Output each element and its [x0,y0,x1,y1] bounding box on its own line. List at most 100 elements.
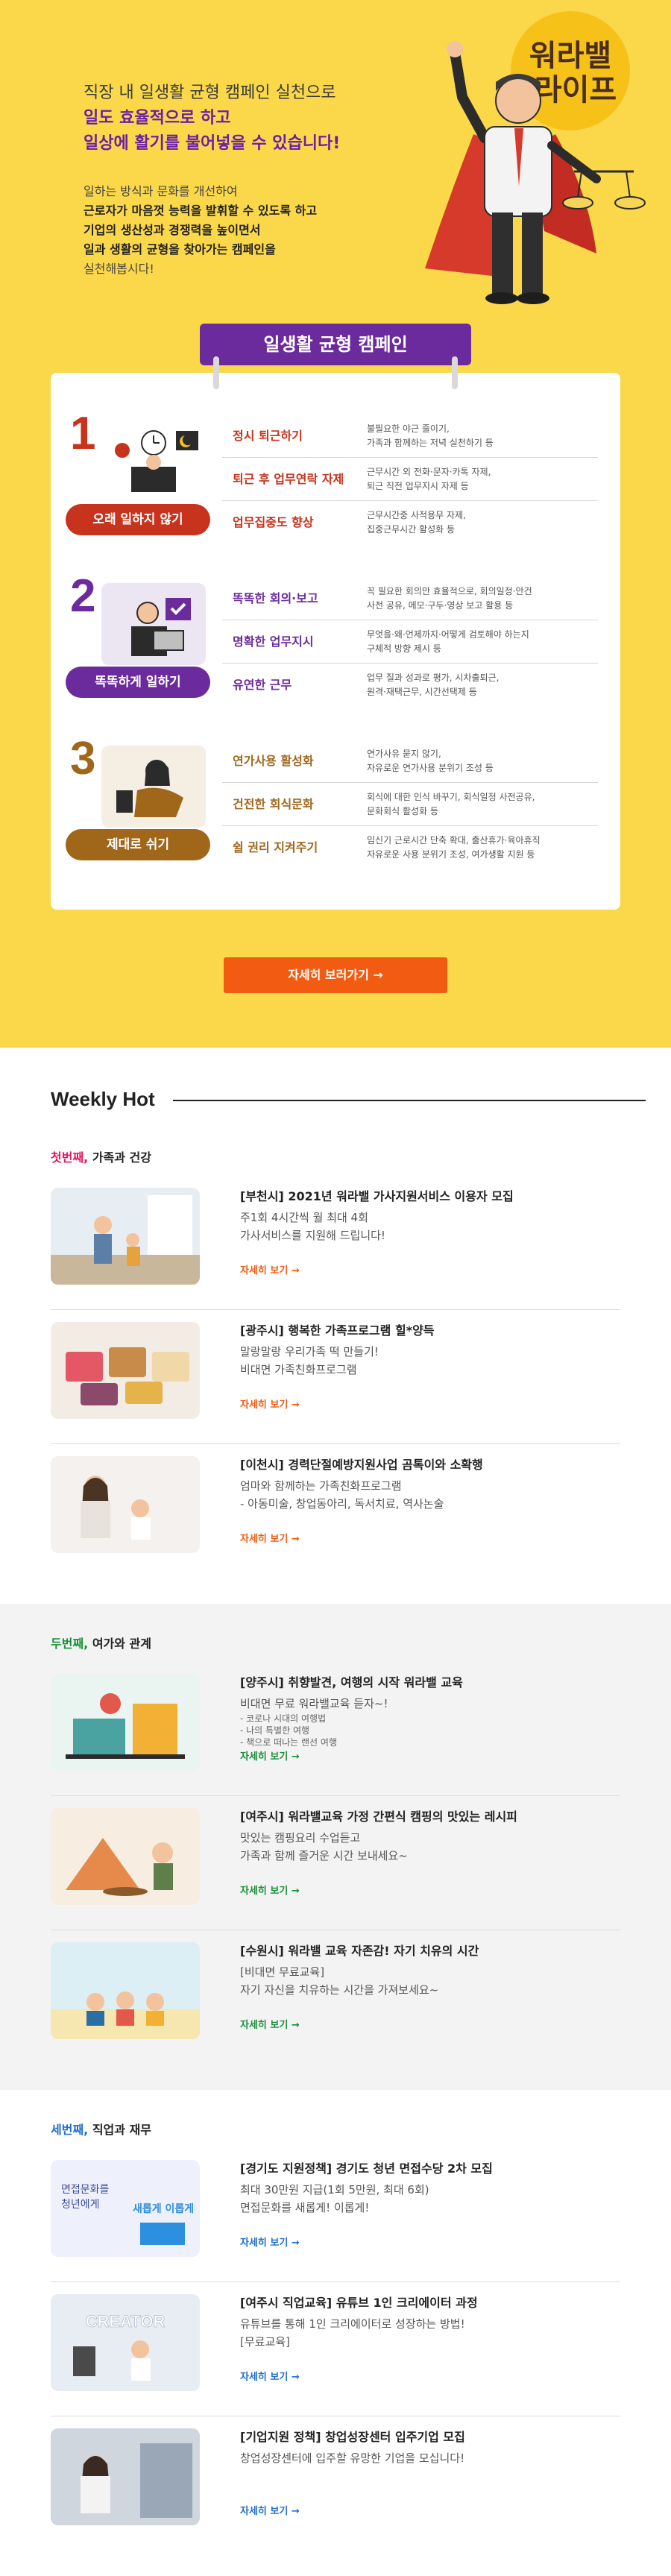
item-title: [여주시 직업교육] 유튜브 1인 크리에이터 과정 [240,2296,478,2310]
weekly-block-family: 첫번째, 가족과 건강 [부천시] 2021년 워라밸 가사지원서비스 이용자 … [0,1118,671,1604]
hero-accent-2: 일상에 활기를 불어넣을 수 있습니다! [84,134,341,153]
row-title: 연가사용 활성화 [233,754,314,768]
thumb-text: 면접문화를 [61,2184,110,2196]
item-title: [여주시] 워라밸교육 가정 간편식 캠핑의 맛있는 레시피 [240,1810,517,1824]
row-desc: 업무 질과 성과로 평가, 시차출퇴근, 원격·재택근무, 시간선택제 등 [367,673,500,697]
row-title: 똑똑한 회의·보고 [233,591,318,605]
hero-section: 직장 내 일생활 균형 캠페인 실천으로 일도 효율적으로 하고 일상에 활기를… [0,0,671,1048]
campaign-row: 연가사용 활성화 연가사유 묻지 않기, 자유로운 연가사용 분위기 조성 등 [222,740,598,783]
smart-worker-illustration [101,583,206,665]
detail-link[interactable]: 자세히 보기 → [240,1883,300,1897]
item-sub: 엄마와 함께하는 가족친화프로그램 [240,1479,402,1493]
startup-thumbnail [51,2428,200,2525]
campaign-row: 정시 퇴근하기 불필요한 야근 줄이기, 가족과 함께하는 저녁 실천하기 등 [222,415,598,458]
item-title: [수원시] 워라밸 교육 자존감! 자기 치유의 시간 [240,1944,479,1958]
row-title: 건전한 회식문화 [233,797,314,811]
weekly-title: Weekly Hot [51,1088,173,1111]
hero-description: 일하는 방식과 문화를 개선하여 근로자가 마음껏 능력을 발휘할 수 있도록 … [84,182,426,279]
list-item[interactable]: [이천시] 경력단절예방지원사업 곰톡이와 소확행 엄마와 함께하는 가족친화프… [51,1444,620,1578]
item-sub: 최대 30만원 지급(1회 5만원, 최대 6회) [240,2183,429,2196]
list-item[interactable]: 면접문화를 청년에게 새롭게 이롭게 [경기도 지원정책] 경기도 청년 면접수… [51,2148,620,2282]
weekly-header: Weekly Hot [51,1088,646,1118]
detail-link[interactable]: 자세히 보기 → [240,1396,300,1411]
superhero-illustration: 워라밸 라이프 [425,11,646,304]
item-sub: 창업성장센터에 입주할 유망한 기업을 모십니다! [240,2451,465,2465]
badge-text: 워라밸 [529,39,611,73]
healing-thumbnail [51,1942,200,2039]
section-illustration: 2 똑똑하게 일하기 [66,570,210,708]
hero-desc-line: 실천해봅시다! [84,262,154,276]
item-small: - 나의 특별한 여행 [240,1725,310,1736]
list-item[interactable]: [여주시] 워라밸교육 가정 간편식 캠핑의 맛있는 레시피 맛있는 캠핑요리 … [51,1796,620,1930]
section-rows: 연가사용 활성화 연가사유 묻지 않기, 자유로운 연가사용 분위기 조성 등 … [222,740,598,869]
block-tag: 첫번째, [51,1150,89,1165]
row-desc: 근무시간중 사적용무 자제, 집중근무시간 활성화 등 [367,510,466,535]
item-sub: 자기 자신을 치유하는 시간을 가져보세요~ [240,1983,439,1997]
block-title: 세번째, 직업과 재무 [51,2120,620,2138]
list-item[interactable]: [광주시] 행복한 가족프로그램 힐*양득 말랑말랑 우리가족 떡 만들기! 비… [51,1310,620,1444]
campaign-row: 똑똑한 회의·보고 꼭 필요한 회의만 효율적으로, 회의일정·안건 사전 공유… [222,577,598,620]
item-sub: 비대면 무료 워라밸교육 듣자~! [240,1697,388,1710]
detail-link[interactable]: 자세히 보기 → [240,2369,300,2383]
block-title-text: 가족과 건강 [88,1150,151,1165]
campaign-row: 퇴근 후 업무연락 자제 근무시간 외 전화·문자·카톡 자제, 퇴근 직전 업… [222,458,598,501]
item-sub: [비대면 무료교육] [240,1965,325,1979]
creator-thumbnail: CREATOR [51,2294,200,2391]
thumb-text: 새롭게 이롭게 [133,2202,194,2215]
badge-text: 라이프 [535,73,617,107]
item-small: - 코로나 시대의 여행법 [240,1713,327,1724]
item-sub: 맛있는 캠핑요리 수업듣고 [240,1831,361,1845]
interview-allowance-thumbnail: 면접문화를 청년에게 새롭게 이롭게 [51,2160,200,2257]
detail-link[interactable]: 자세히 보기 → [240,2017,300,2031]
row-title: 명확한 업무지시 [233,634,314,649]
item-sub: 가족과 함께 즐거운 시간 보내세요~ [240,1849,408,1862]
section-label: 오래 일하지 않기 [66,504,210,535]
section-rows: 정시 퇴근하기 불필요한 야근 줄이기, 가족과 함께하는 저녁 실천하기 등 … [222,415,598,544]
block-title: 두번째, 여가와 관계 [51,1634,620,1651]
campaign-row: 업무집중도 향상 근무시간중 사적용무 자제, 집중근무시간 활성화 등 [222,501,598,544]
item-sub: 유튜브를 통해 1인 크리에이터로 성장하는 방법! [240,2317,465,2331]
weekly-block-career: 세번째, 직업과 재무 면접문화를 청년에게 새롭게 이롭게 [경기도 지원정책… [0,2090,671,2576]
row-title: 퇴근 후 업무연락 자제 [233,472,344,486]
section-number: 3 [70,733,96,784]
item-text: [기업지원 정책] 창업성장센터 입주기업 모집 창업성장센터에 입주할 유망한… [240,2428,613,2467]
row-desc: 연가사유 묻지 않기, 자유로운 연가사용 분위기 조성 등 [367,749,494,773]
rice-cake-thumbnail [51,1322,200,1419]
item-title: [부천시] 2021년 워라밸 가사지원서비스 이용자 모집 [240,1189,514,1203]
section-illustration: 1 오래 일하지 않기 [66,408,210,546]
detail-link[interactable]: 자세히 보기 → [240,1262,300,1276]
view-more-button[interactable]: 자세히 보러가기 → [224,957,447,993]
campaign-row: 쉴 권리 지켜주기 임신기 근로시간 단축 확대, 출산휴가·육아휴직 자유로운… [222,826,598,869]
thumb-text: CREATOR [86,2312,166,2331]
campaign-row: 건전한 회식문화 회식에 대한 인식 바꾸기, 회식일정 사전공유, 문화회식 … [222,783,598,826]
item-title: [이천시] 경력단절예방지원사업 곰톡이와 소확행 [240,1458,483,1472]
row-title: 정시 퇴근하기 [233,429,303,443]
list-item[interactable]: CREATOR [여주시 직업교육] 유튜브 1인 크리에이터 과정 유튜브를 … [51,2282,620,2416]
travel-thumbnail [51,1674,200,1771]
item-title: [기업지원 정책] 창업성장센터 입주기업 모집 [240,2430,465,2444]
item-title: [경기도 지원정책] 경기도 청년 면접수당 2차 모집 [240,2161,493,2176]
item-sub: - 아동미술, 창업동아리, 독서치료, 역사논술 [240,1497,444,1511]
item-sub: 비대면 가족친화프로그램 [240,1363,357,1376]
row-desc: 근무시간 외 전화·문자·카톡 자제, 퇴근 직전 업무지시 자제 등 [367,467,491,491]
list-item[interactable]: [수원시] 워라밸 교육 자존감! 자기 치유의 시간 [비대면 무료교육] 자… [51,1930,620,2065]
weekly-hot-section: Weekly Hot 첫번째, 가족과 건강 [부천시] 2021년 워라밸 가… [0,1048,671,2576]
block-title: 첫번째, 가족과 건강 [51,1147,620,1165]
detail-link[interactable]: 자세히 보기 → [240,1748,300,1763]
detail-link[interactable]: 자세히 보기 → [240,2503,300,2517]
section-rows: 똑똑한 회의·보고 꼭 필요한 회의만 효율적으로, 회의일정·안건 사전 공유… [222,577,598,707]
resting-person-illustration [101,746,206,828]
hero-lead: 직장 내 일생활 균형 캠페인 실천으로 [84,84,336,102]
detail-link[interactable]: 자세히 보기 → [240,2235,300,2249]
item-sub: 말랑말랑 우리가족 떡 만들기! [240,1345,379,1358]
list-item[interactable]: [부천시] 2021년 워라밸 가사지원서비스 이용자 모집 주1회 4시간씩 … [51,1176,620,1310]
row-title: 유연한 근무 [233,678,292,692]
row-desc: 임신기 근로시간 단축 확대, 출산휴가·육아휴직 자유로운 사용 분위기 조성… [367,835,541,860]
list-item[interactable]: [기업지원 정책] 창업성장센터 입주기업 모집 창업성장센터에 입주할 유망한… [51,2416,620,2551]
row-desc: 불필요한 야근 줄이기, 가족과 함께하는 저녁 실천하기 등 [367,423,494,448]
item-small: - 책으로 떠나는 랜선 여행 [240,1737,337,1748]
item-text: [여주시 직업교육] 유튜브 1인 크리에이터 과정 유튜브를 통해 1인 크리… [240,2294,613,2351]
item-sub: [무료교육] [240,2335,290,2349]
detail-link[interactable]: 자세히 보기 → [240,1531,300,1545]
list-item[interactable]: [양주시] 취향발견, 여행의 시작 워라밸 교육 비대면 무료 워라밸교육 듣… [51,1662,620,1796]
